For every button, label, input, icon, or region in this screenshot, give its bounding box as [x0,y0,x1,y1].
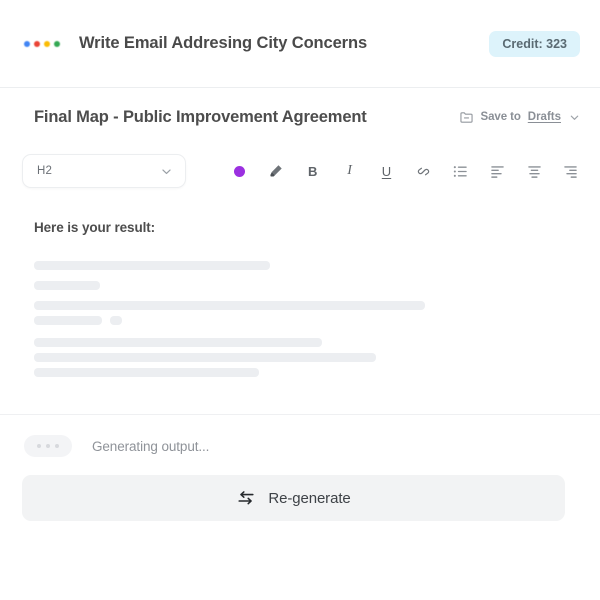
formatting-toolbar: H2 B I U [0,148,600,194]
toolbar-buttons: B I U [228,160,582,182]
ai-writer-panel: Write Email Addresing City Concerns Cred… [0,0,600,600]
skeleton-bar [34,368,259,377]
credit-badge: Credit: 323 [489,30,580,57]
highlighter-button[interactable] [265,160,287,182]
save-to-drafts-label: Save to [480,111,521,123]
four-color-dots-icon [24,40,60,47]
document-header: Final Map - Public Improvement Agreement… [0,88,600,146]
three-dots-typing-icon [24,435,72,457]
text-color-swatch[interactable] [228,160,250,182]
skeleton-line [34,353,576,362]
result-heading: Here is your result: [34,220,156,235]
bullet-list-icon [452,163,469,180]
purple-color-dot-icon [233,165,245,177]
link-icon [415,163,432,180]
skeleton-line [34,261,576,270]
align-right-icon [562,163,579,180]
skeleton-line [34,338,576,347]
align-center-icon [526,163,543,180]
heading-level-select[interactable]: H2 [22,154,186,188]
loading-skeleton [34,261,576,377]
skeleton-bar [34,316,102,325]
save-to-drafts-button[interactable]: Save to Drafts [459,110,580,125]
highlighter-icon [268,163,284,179]
skeleton-line [34,281,576,290]
result-area: Here is your result: [0,200,600,414]
link-button[interactable] [412,160,434,182]
generation-status-text: Generating output... [92,438,210,454]
align-left-icon [489,163,506,180]
top-bar: Write Email Addresing City Concerns Cred… [0,0,600,88]
chevron-down-icon[interactable] [569,112,580,123]
bullet-list-button[interactable] [449,160,471,182]
italic-button[interactable]: I [339,160,361,182]
skeleton-bar [34,281,100,290]
section-divider [0,414,600,415]
skeleton-bar [34,338,322,347]
skeleton-bar [34,353,376,362]
regenerate-label: Re-generate [268,489,351,507]
skeleton-bar [34,261,270,270]
align-center-button[interactable] [523,160,545,182]
skeleton-line [34,368,576,377]
folder-minus-icon [459,110,474,125]
skeleton-bar [34,301,425,310]
align-left-button[interactable] [486,160,508,182]
skeleton-line [34,301,576,310]
drafts-link[interactable]: Drafts [528,111,561,123]
swap-arrows-icon [236,488,256,508]
chevron-down-icon [160,165,173,178]
align-right-button[interactable] [560,160,582,182]
document-title: Final Map - Public Improvement Agreement [34,107,367,126]
underline-button[interactable]: U [376,160,398,182]
bold-button[interactable]: B [302,160,324,182]
generation-status-row: Generating output... [0,425,600,467]
skeleton-line [34,316,576,325]
page-title: Write Email Addresing City Concerns [79,34,368,52]
skeleton-bar [110,316,122,325]
regenerate-button[interactable]: Re-generate [22,475,565,521]
heading-level-value: H2 [37,165,53,177]
